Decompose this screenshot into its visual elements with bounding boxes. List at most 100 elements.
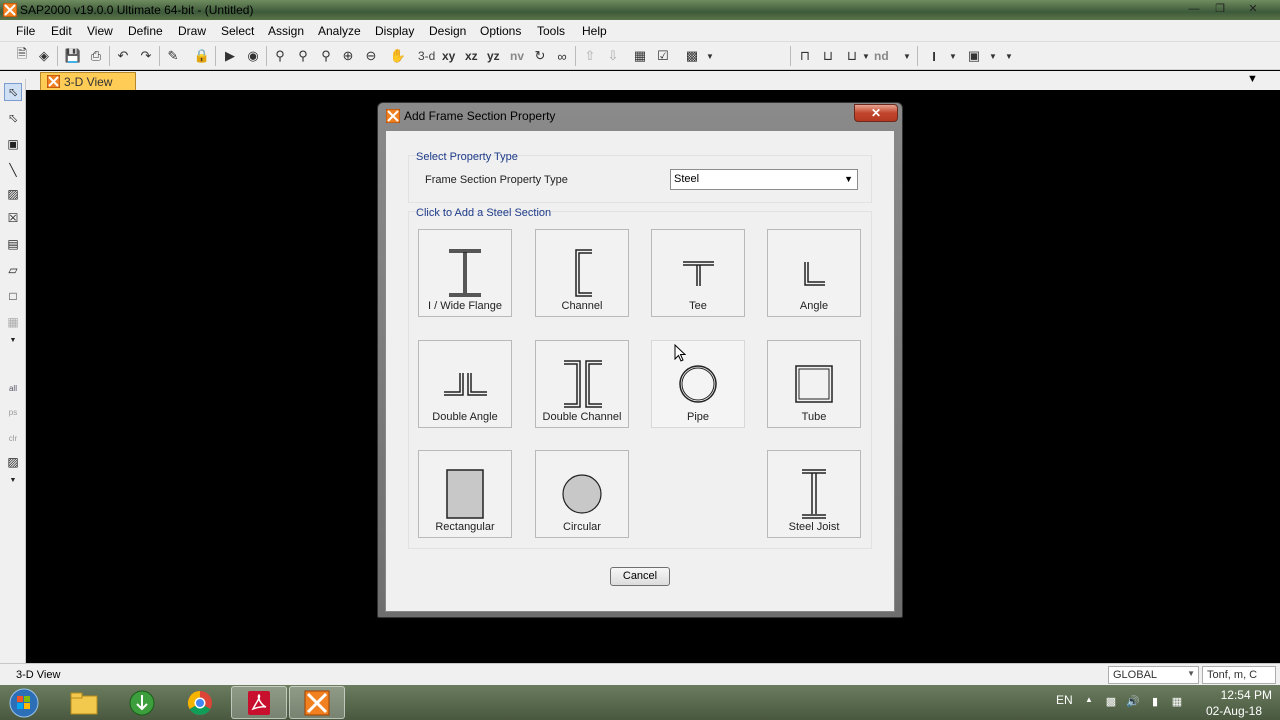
start-button[interactable] bbox=[0, 686, 48, 719]
menu-design[interactable]: Design bbox=[429, 24, 466, 38]
perspective-icon[interactable]: ∞ bbox=[552, 46, 572, 66]
coordinate-system-select[interactable]: GLOBAL ▼ bbox=[1108, 666, 1199, 684]
dropdown-arrow-icon[interactable]: ▼ bbox=[999, 46, 1019, 66]
tray-expand-icon[interactable]: ▲ bbox=[1082, 695, 1096, 709]
close-window-button[interactable]: ✕ bbox=[1240, 1, 1266, 18]
undo-icon[interactable]: ↶ bbox=[113, 46, 133, 66]
quick-draw-area-icon[interactable]: ▦ bbox=[4, 313, 22, 331]
menu-select[interactable]: Select bbox=[221, 24, 254, 38]
i-wide-flange-button[interactable]: I / Wide Flange bbox=[418, 229, 512, 317]
units-select[interactable]: Tonf, m, C bbox=[1202, 666, 1276, 684]
menu-file[interactable]: File bbox=[16, 24, 35, 38]
dropdown-arrow-icon[interactable]: ▼ bbox=[4, 471, 22, 489]
select-all-icon[interactable]: all bbox=[4, 379, 22, 397]
minimize-button[interactable]: — bbox=[1181, 1, 1207, 18]
steel-joist-button[interactable]: Steel Joist bbox=[767, 450, 861, 538]
view-yz-button[interactable]: yz bbox=[487, 49, 500, 63]
show-grid-icon[interactable]: ▩ bbox=[682, 46, 702, 66]
chevron-down-icon[interactable]: ▼ bbox=[1247, 73, 1258, 85]
volume-icon[interactable]: 🔊 bbox=[1126, 695, 1140, 709]
taskbar-chrome[interactable] bbox=[172, 686, 228, 719]
save-icon[interactable]: 💾 bbox=[63, 46, 83, 66]
menu-help[interactable]: Help bbox=[582, 24, 607, 38]
network-icon[interactable]: ▦ bbox=[1170, 695, 1184, 709]
cancel-button[interactable]: Cancel bbox=[610, 567, 670, 586]
tab-3d-view[interactable]: 3-D View bbox=[40, 72, 136, 90]
tube-button[interactable]: Tube bbox=[767, 340, 861, 428]
menu-options[interactable]: Options bbox=[480, 24, 521, 38]
menu-assign[interactable]: Assign bbox=[268, 24, 304, 38]
dropdown-arrow-icon[interactable]: ▼ bbox=[856, 46, 876, 66]
section-i-icon[interactable]: I bbox=[924, 46, 944, 66]
quick-draw-braces-icon[interactable]: ☒ bbox=[4, 209, 22, 227]
dropdown-arrow-icon[interactable]: ▼ bbox=[700, 46, 720, 66]
clear-selection-icon[interactable]: clr bbox=[4, 429, 22, 447]
intersecting-line-icon[interactable]: ▨ bbox=[4, 453, 22, 471]
quick-draw-frame-icon[interactable]: ▨ bbox=[4, 185, 22, 203]
power-icon[interactable]: ▮ bbox=[1148, 695, 1162, 709]
zoom-out-icon[interactable]: ⊖ bbox=[361, 46, 381, 66]
dropdown-arrow-icon[interactable]: ▼ bbox=[4, 331, 22, 349]
draw-poly-area-icon[interactable]: ▱ bbox=[4, 261, 22, 279]
dialog-close-button[interactable]: ✕ bbox=[854, 104, 898, 122]
refresh-window-icon[interactable]: ✎ bbox=[163, 46, 183, 66]
menu-analyze[interactable]: Analyze bbox=[318, 24, 361, 38]
double-angle-button[interactable]: Double Angle bbox=[418, 340, 512, 428]
quick-draw-secondary-icon[interactable]: ▤ bbox=[4, 235, 22, 253]
tray-time[interactable]: 12:54 PM bbox=[1196, 688, 1272, 702]
rectangular-button[interactable]: Rectangular bbox=[418, 450, 512, 538]
set-display-icon[interactable]: ▦ bbox=[630, 46, 650, 66]
get-previous-selection-icon[interactable]: ps bbox=[4, 403, 22, 421]
menu-define[interactable]: Define bbox=[128, 24, 163, 38]
zoom-previous-icon[interactable]: ⚲ bbox=[316, 46, 336, 66]
menu-tools[interactable]: Tools bbox=[537, 24, 565, 38]
menu-edit[interactable]: Edit bbox=[51, 24, 72, 38]
angle-button[interactable]: Angle bbox=[767, 229, 861, 317]
channel-button[interactable]: Channel bbox=[535, 229, 629, 317]
frame-ends-icon[interactable]: ⊔ bbox=[818, 46, 838, 66]
zoom-window-icon[interactable]: ⚲ bbox=[270, 46, 290, 66]
dropdown-arrow-icon[interactable]: ▼ bbox=[897, 46, 917, 66]
zoom-in-icon[interactable]: ⊕ bbox=[338, 46, 358, 66]
zoom-default-icon[interactable]: ⚲ bbox=[293, 46, 313, 66]
view-xz-button[interactable]: xz bbox=[465, 49, 478, 63]
lock-icon[interactable]: 🔒 bbox=[192, 46, 212, 66]
draw-joint-icon[interactable]: ▣ bbox=[4, 135, 22, 153]
menu-draw[interactable]: Draw bbox=[178, 24, 206, 38]
reshape-icon[interactable]: ⬁ bbox=[4, 109, 22, 127]
view-3d-button[interactable]: 3-d bbox=[418, 49, 435, 63]
menu-view[interactable]: View bbox=[87, 24, 113, 38]
redo-icon[interactable]: ↷ bbox=[136, 46, 156, 66]
rotate-view-icon[interactable]: ↻ bbox=[530, 46, 550, 66]
frame-display-icon[interactable]: ⊓ bbox=[795, 46, 815, 66]
open-model-icon[interactable]: ◈ bbox=[34, 46, 54, 66]
move-down-icon[interactable]: ⇩ bbox=[603, 46, 623, 66]
print-icon[interactable]: ⎙ bbox=[86, 46, 106, 66]
dropdown-arrow-icon[interactable]: ▼ bbox=[943, 46, 963, 66]
tray-device-icon[interactable]: ▩ bbox=[1104, 695, 1118, 709]
restore-button[interactable]: ❐ bbox=[1207, 1, 1233, 18]
tray-date[interactable]: 02-Aug-18 bbox=[1196, 704, 1262, 718]
pointer-icon[interactable]: ⬁ bbox=[4, 83, 22, 101]
tray-language[interactable]: EN bbox=[1056, 693, 1073, 707]
draw-rect-area-icon[interactable]: □ bbox=[4, 287, 22, 305]
view-nv-button[interactable]: nv bbox=[510, 49, 524, 63]
circular-button[interactable]: Circular bbox=[535, 450, 629, 538]
check-display-icon[interactable]: ☑ bbox=[653, 46, 673, 66]
draw-frame-icon[interactable]: ╲ bbox=[4, 161, 22, 179]
new-model-icon[interactable]: 🗎 bbox=[12, 46, 32, 66]
tee-button[interactable]: Tee bbox=[651, 229, 745, 317]
run-now-icon[interactable]: ◉ bbox=[243, 46, 263, 66]
area-section-icon[interactable]: ▣ bbox=[964, 46, 984, 66]
taskbar-acrobat[interactable] bbox=[231, 686, 287, 719]
pan-hand-icon[interactable]: ✋ bbox=[388, 46, 408, 66]
pipe-button[interactable]: Pipe bbox=[651, 340, 745, 428]
double-channel-button[interactable]: Double Channel bbox=[535, 340, 629, 428]
property-type-select[interactable]: Steel ▼ bbox=[670, 169, 858, 190]
menu-display[interactable]: Display bbox=[375, 24, 414, 38]
view-xy-button[interactable]: xy bbox=[442, 49, 455, 63]
move-up-icon[interactable]: ⇧ bbox=[580, 46, 600, 66]
nd-button[interactable]: nd bbox=[874, 49, 889, 63]
taskbar-sap2000[interactable] bbox=[289, 686, 345, 719]
run-analysis-icon[interactable]: ▶ bbox=[220, 46, 240, 66]
